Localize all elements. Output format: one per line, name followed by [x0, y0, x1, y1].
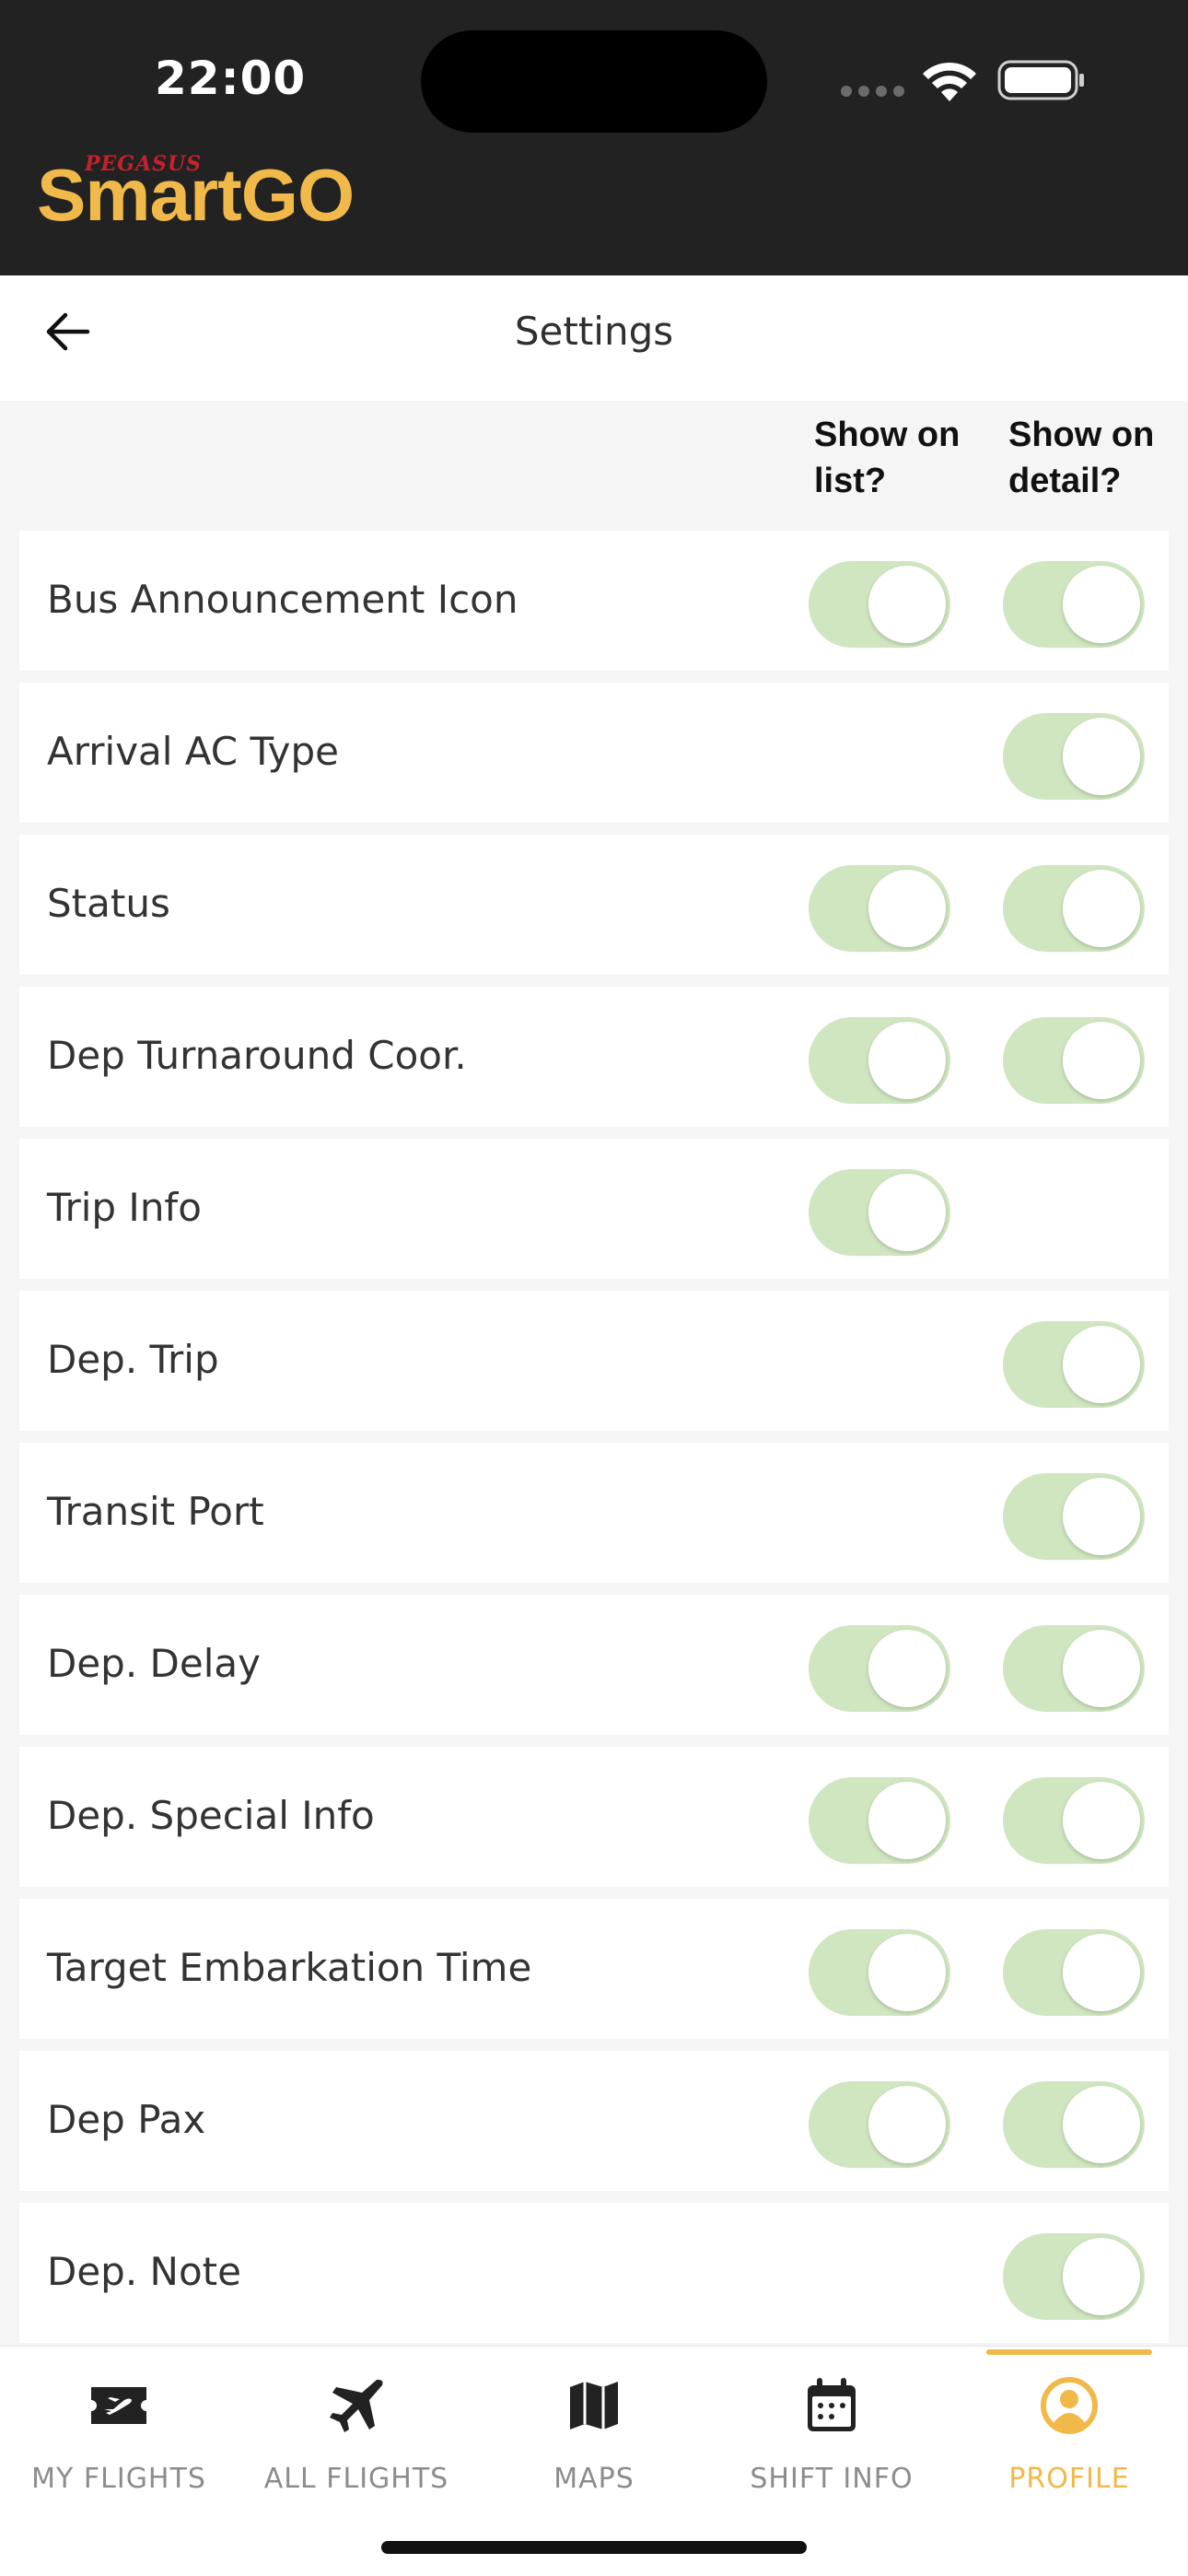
show-on-detail-toggle[interactable]: [1003, 1777, 1145, 1864]
toggle-knob: [868, 1022, 946, 1099]
toggle-knob: [1063, 1022, 1140, 1099]
toggle-knob: [868, 1934, 946, 2011]
show-on-list-toggle[interactable]: [809, 1017, 950, 1104]
column-header: Show on list? Show on detail?: [0, 401, 1188, 531]
toggle-knob: [1063, 2238, 1140, 2315]
toggle-knob: [868, 1174, 946, 1251]
setting-label: Trip Info: [47, 1185, 202, 1230]
show-on-detail-toggle[interactable]: [1003, 561, 1145, 648]
active-tab-indicator: [986, 2349, 1152, 2355]
setting-row: Dep Turnaround Coor.: [19, 987, 1169, 1127]
setting-label: Dep Turnaround Coor.: [47, 1033, 467, 1078]
calendar-icon: [808, 2378, 856, 2431]
toggle-knob: [1063, 1934, 1140, 2011]
toggle-knob: [1063, 2086, 1140, 2163]
toggle-knob: [1063, 1782, 1140, 1859]
toggle-knob: [868, 566, 946, 643]
dynamic-island: [421, 30, 767, 133]
show-on-detail-toggle[interactable]: [1003, 1473, 1145, 1560]
setting-row: Transit Port: [19, 1443, 1169, 1583]
tab-maps[interactable]: MAPS: [475, 2347, 713, 2512]
toggle-knob: [1063, 566, 1140, 643]
tab-profile[interactable]: PROFILE: [950, 2347, 1188, 2512]
setting-row: Dep. Trip: [19, 1291, 1169, 1431]
setting-label: Bus Announcement Icon: [47, 577, 518, 622]
show-on-detail-header: Show on detail?: [1008, 416, 1155, 500]
setting-row: Bus Announcement Icon: [19, 531, 1169, 671]
setting-label: Status: [47, 881, 170, 926]
toggle-knob: [1063, 1326, 1140, 1403]
toggle-knob: [1063, 870, 1140, 947]
map-icon: [570, 2382, 618, 2430]
profile-icon: [1041, 2377, 1098, 2434]
show-on-detail-toggle[interactable]: [1003, 713, 1145, 800]
setting-label: Dep. Trip: [47, 1337, 219, 1382]
battery-icon: [997, 60, 1084, 100]
setting-row: Dep. Delay: [19, 1595, 1169, 1735]
show-on-list-toggle[interactable]: [809, 1777, 950, 1864]
show-on-detail-toggle[interactable]: [1003, 1017, 1145, 1104]
show-on-list-toggle[interactable]: [809, 1169, 950, 1256]
show-on-list-toggle[interactable]: [809, 865, 950, 952]
show-on-list-toggle[interactable]: [809, 2081, 950, 2168]
setting-row: Arrival AC Type: [19, 683, 1169, 823]
setting-label: Arrival AC Type: [47, 729, 339, 774]
show-on-detail-toggle[interactable]: [1003, 1625, 1145, 1712]
toggle-knob: [868, 1630, 946, 1707]
setting-label: Dep Pax: [47, 2097, 206, 2142]
ticket-plane-icon: [91, 2387, 146, 2424]
setting-row: Dep. Special Info: [19, 1747, 1169, 1887]
smartgo-logo: PEGASUS SmartGO: [37, 152, 355, 236]
setting-row: Target Embarkation Time: [19, 1899, 1169, 2039]
toggle-knob: [1063, 718, 1140, 795]
show-on-detail-toggle[interactable]: [1003, 1929, 1145, 2016]
setting-label: Dep. Delay: [47, 1641, 261, 1686]
navigation-bar: Settings: [0, 275, 1188, 401]
setting-label: Transit Port: [47, 1489, 264, 1534]
toggle-knob: [868, 870, 946, 947]
home-indicator: [381, 2541, 807, 2554]
show-on-list-toggle[interactable]: [809, 1625, 950, 1712]
setting-label: Target Embarkation Time: [47, 1945, 532, 1990]
settings-list: Bus Announcement Icon Arrival AC Type Stat…: [0, 531, 1188, 2346]
setting-row: Status: [19, 835, 1169, 975]
setting-row: Dep. Note: [19, 2203, 1169, 2343]
airplane-icon: [330, 2380, 383, 2432]
toggle-knob: [1063, 1478, 1140, 1555]
show-on-detail-toggle[interactable]: [1003, 2233, 1145, 2320]
show-on-detail-toggle[interactable]: [1003, 2081, 1145, 2168]
show-on-detail-toggle[interactable]: [1003, 1321, 1145, 1408]
setting-label: Dep. Note: [47, 2249, 241, 2294]
show-on-list-header: Show on list?: [814, 416, 961, 500]
toggle-knob: [868, 1782, 946, 1859]
page-title: Settings: [514, 309, 674, 354]
show-on-detail-toggle[interactable]: [1003, 865, 1145, 952]
wifi-icon: [923, 62, 976, 101]
tab-all-flights[interactable]: ALL FLIGHTS: [238, 2347, 475, 2512]
setting-row: Trip Info: [19, 1139, 1169, 1279]
show-on-list-toggle[interactable]: [809, 561, 950, 648]
tab-my-flights[interactable]: MY FLIGHTS: [0, 2347, 238, 2512]
setting-row: Dep Pax: [19, 2051, 1169, 2191]
status-time: 22:00: [155, 52, 307, 105]
tab-shift-info[interactable]: SHIFT INFO: [713, 2347, 950, 2512]
setting-label: Dep. Special Info: [47, 1793, 375, 1838]
show-on-list-toggle[interactable]: [809, 1929, 950, 2016]
cellular-signal-icon: [841, 86, 905, 99]
toggle-knob: [868, 2086, 946, 2163]
toggle-knob: [1063, 1630, 1140, 1707]
app-header: 22:00 PEGASUS SmartGO: [0, 0, 1188, 275]
